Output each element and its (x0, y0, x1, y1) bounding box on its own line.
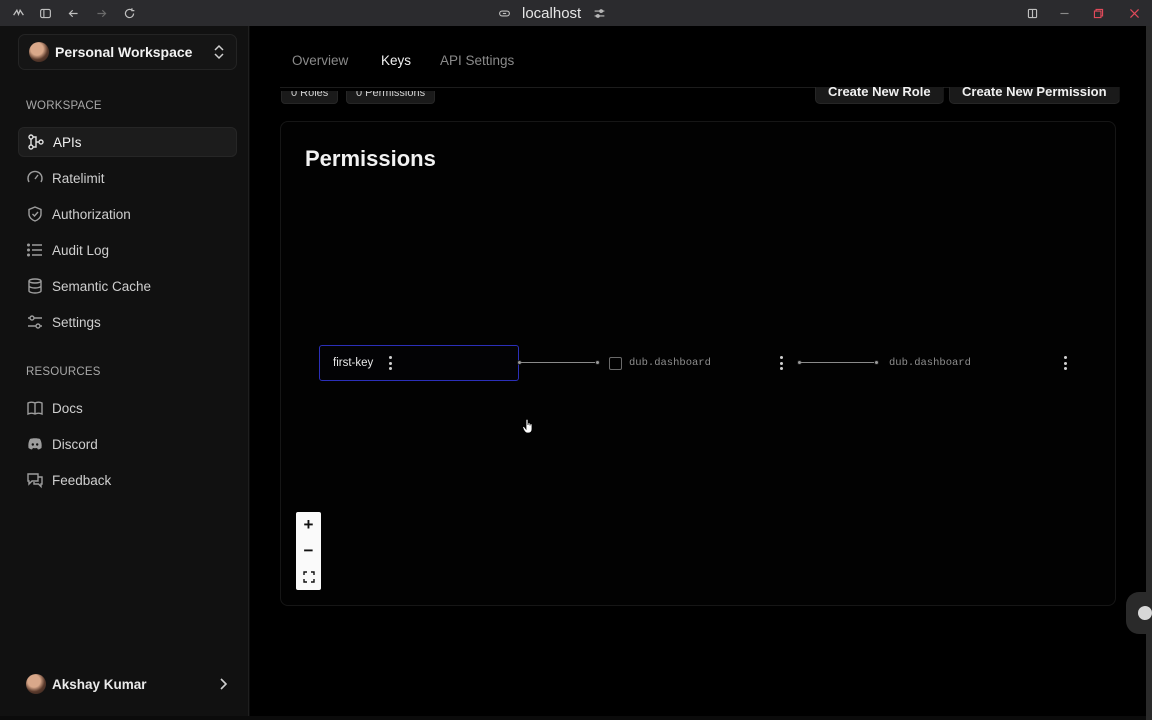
permissions-title: Permissions (305, 146, 436, 171)
permission-node[interactable]: dub.dashboard (883, 345, 1077, 381)
sidebar-item-settings[interactable]: Settings (18, 307, 237, 337)
role-node[interactable]: dub.dashboard (603, 345, 799, 381)
help-chat-button[interactable] (1126, 592, 1152, 634)
tab-keys[interactable]: Keys (381, 53, 411, 68)
permission-node-label: dub.dashboard (889, 357, 971, 369)
permission-node-menu-icon[interactable] (1063, 356, 1067, 370)
chat-icon (1138, 606, 1152, 620)
role-permission-edge (801, 362, 877, 363)
role-node-menu-icon[interactable] (779, 356, 783, 370)
shield-icon (28, 206, 42, 222)
minimize-icon[interactable] (1056, 5, 1072, 21)
sidebar-item-label: Ratelimit (52, 170, 105, 186)
permission-node-target-handle[interactable] (874, 360, 879, 365)
sidebar-item-label: Authorization (52, 206, 131, 222)
address-bar[interactable]: localhost (496, 4, 607, 22)
sidebar-item-discord[interactable]: Discord (18, 429, 237, 459)
sidebar-item-label: APIs (53, 134, 82, 150)
close-icon[interactable] (1126, 5, 1142, 21)
tab-overview[interactable]: Overview (292, 53, 348, 68)
chevron-right-icon (216, 676, 230, 692)
user-menu[interactable]: Akshay Kumar (26, 673, 230, 695)
sidebar-item-apis[interactable]: APIs (18, 127, 237, 157)
fit-view-icon (302, 571, 315, 583)
gauge-icon (27, 170, 43, 183)
key-node[interactable]: first-key (319, 345, 519, 381)
sidebar-item-authorization[interactable]: Authorization (18, 199, 237, 229)
list-icon (27, 243, 42, 257)
browser-titlebar: localhost (0, 0, 1152, 26)
chevron-up-down-icon (212, 44, 226, 60)
role-node-checkbox[interactable] (609, 356, 622, 370)
url-text[interactable]: localhost (522, 5, 581, 22)
zoom-controls: + − (296, 512, 321, 590)
link-icon (496, 5, 512, 21)
sliders-icon (28, 315, 42, 329)
sidebar: Personal Workspace WORKSPACE APIs Rateli… (0, 26, 249, 716)
book-icon (27, 401, 43, 416)
sidebar-item-ratelimit[interactable]: Ratelimit (18, 163, 237, 193)
zoom-out-button[interactable]: − (296, 538, 321, 564)
user-name: Akshay Kumar (52, 676, 147, 692)
discord-icon (28, 438, 42, 450)
zoom-in-button[interactable]: + (296, 512, 321, 538)
key-node-menu-icon[interactable] (388, 356, 392, 370)
workspace-avatar (29, 42, 49, 62)
workspace-switcher[interactable]: Personal Workspace (18, 34, 237, 70)
reload-icon[interactable] (121, 5, 137, 21)
sidebar-item-label: Feedback (52, 472, 112, 488)
key-role-edge (521, 362, 599, 363)
permissions-card: Permissions first-key dub.dashboard dub.… (280, 121, 1116, 606)
restore-icon[interactable] (1090, 5, 1106, 21)
role-node-target-handle[interactable] (595, 360, 600, 365)
tab-api-settings[interactable]: API Settings (440, 53, 514, 68)
user-avatar (26, 674, 46, 694)
message-icon (27, 473, 43, 489)
tune-icon[interactable] (591, 5, 607, 21)
split-view-icon[interactable] (1024, 5, 1040, 21)
sidebar-item-label: Discord (52, 436, 98, 452)
sidebar-item-label: Audit Log (52, 242, 110, 258)
key-node-label: first-key (333, 357, 374, 369)
sidebar-item-feedback[interactable]: Feedback (18, 465, 237, 495)
sidebar-item-semantic-cache[interactable]: Semantic Cache (18, 271, 237, 301)
forward-icon[interactable] (93, 5, 109, 21)
nodes-icon (28, 134, 44, 150)
back-icon[interactable] (65, 5, 81, 21)
app-logo-icon[interactable] (10, 5, 26, 21)
main-content: 0 Roles 0 Permissions Create New Role Cr… (250, 26, 1146, 716)
fit-view-button[interactable] (296, 564, 321, 590)
workspace-name: Personal Workspace (55, 44, 193, 60)
resources-section-label: RESOURCES (26, 366, 101, 378)
sidebar-item-label: Docs (52, 400, 83, 416)
hand-cursor-icon (522, 418, 533, 434)
sidebar-item-label: Settings (52, 314, 101, 330)
sidebar-item-label: Semantic Cache (52, 278, 152, 294)
sidebar-toggle-icon[interactable] (37, 5, 53, 21)
sidebar-item-audit-log[interactable]: Audit Log (18, 235, 237, 265)
tab-bar: Overview Keys API Settings (250, 26, 1146, 88)
sidebar-item-docs[interactable]: Docs (18, 393, 237, 423)
workspace-section-label: WORKSPACE (26, 100, 102, 112)
role-node-label: dub.dashboard (629, 357, 711, 369)
database-icon (28, 278, 42, 294)
